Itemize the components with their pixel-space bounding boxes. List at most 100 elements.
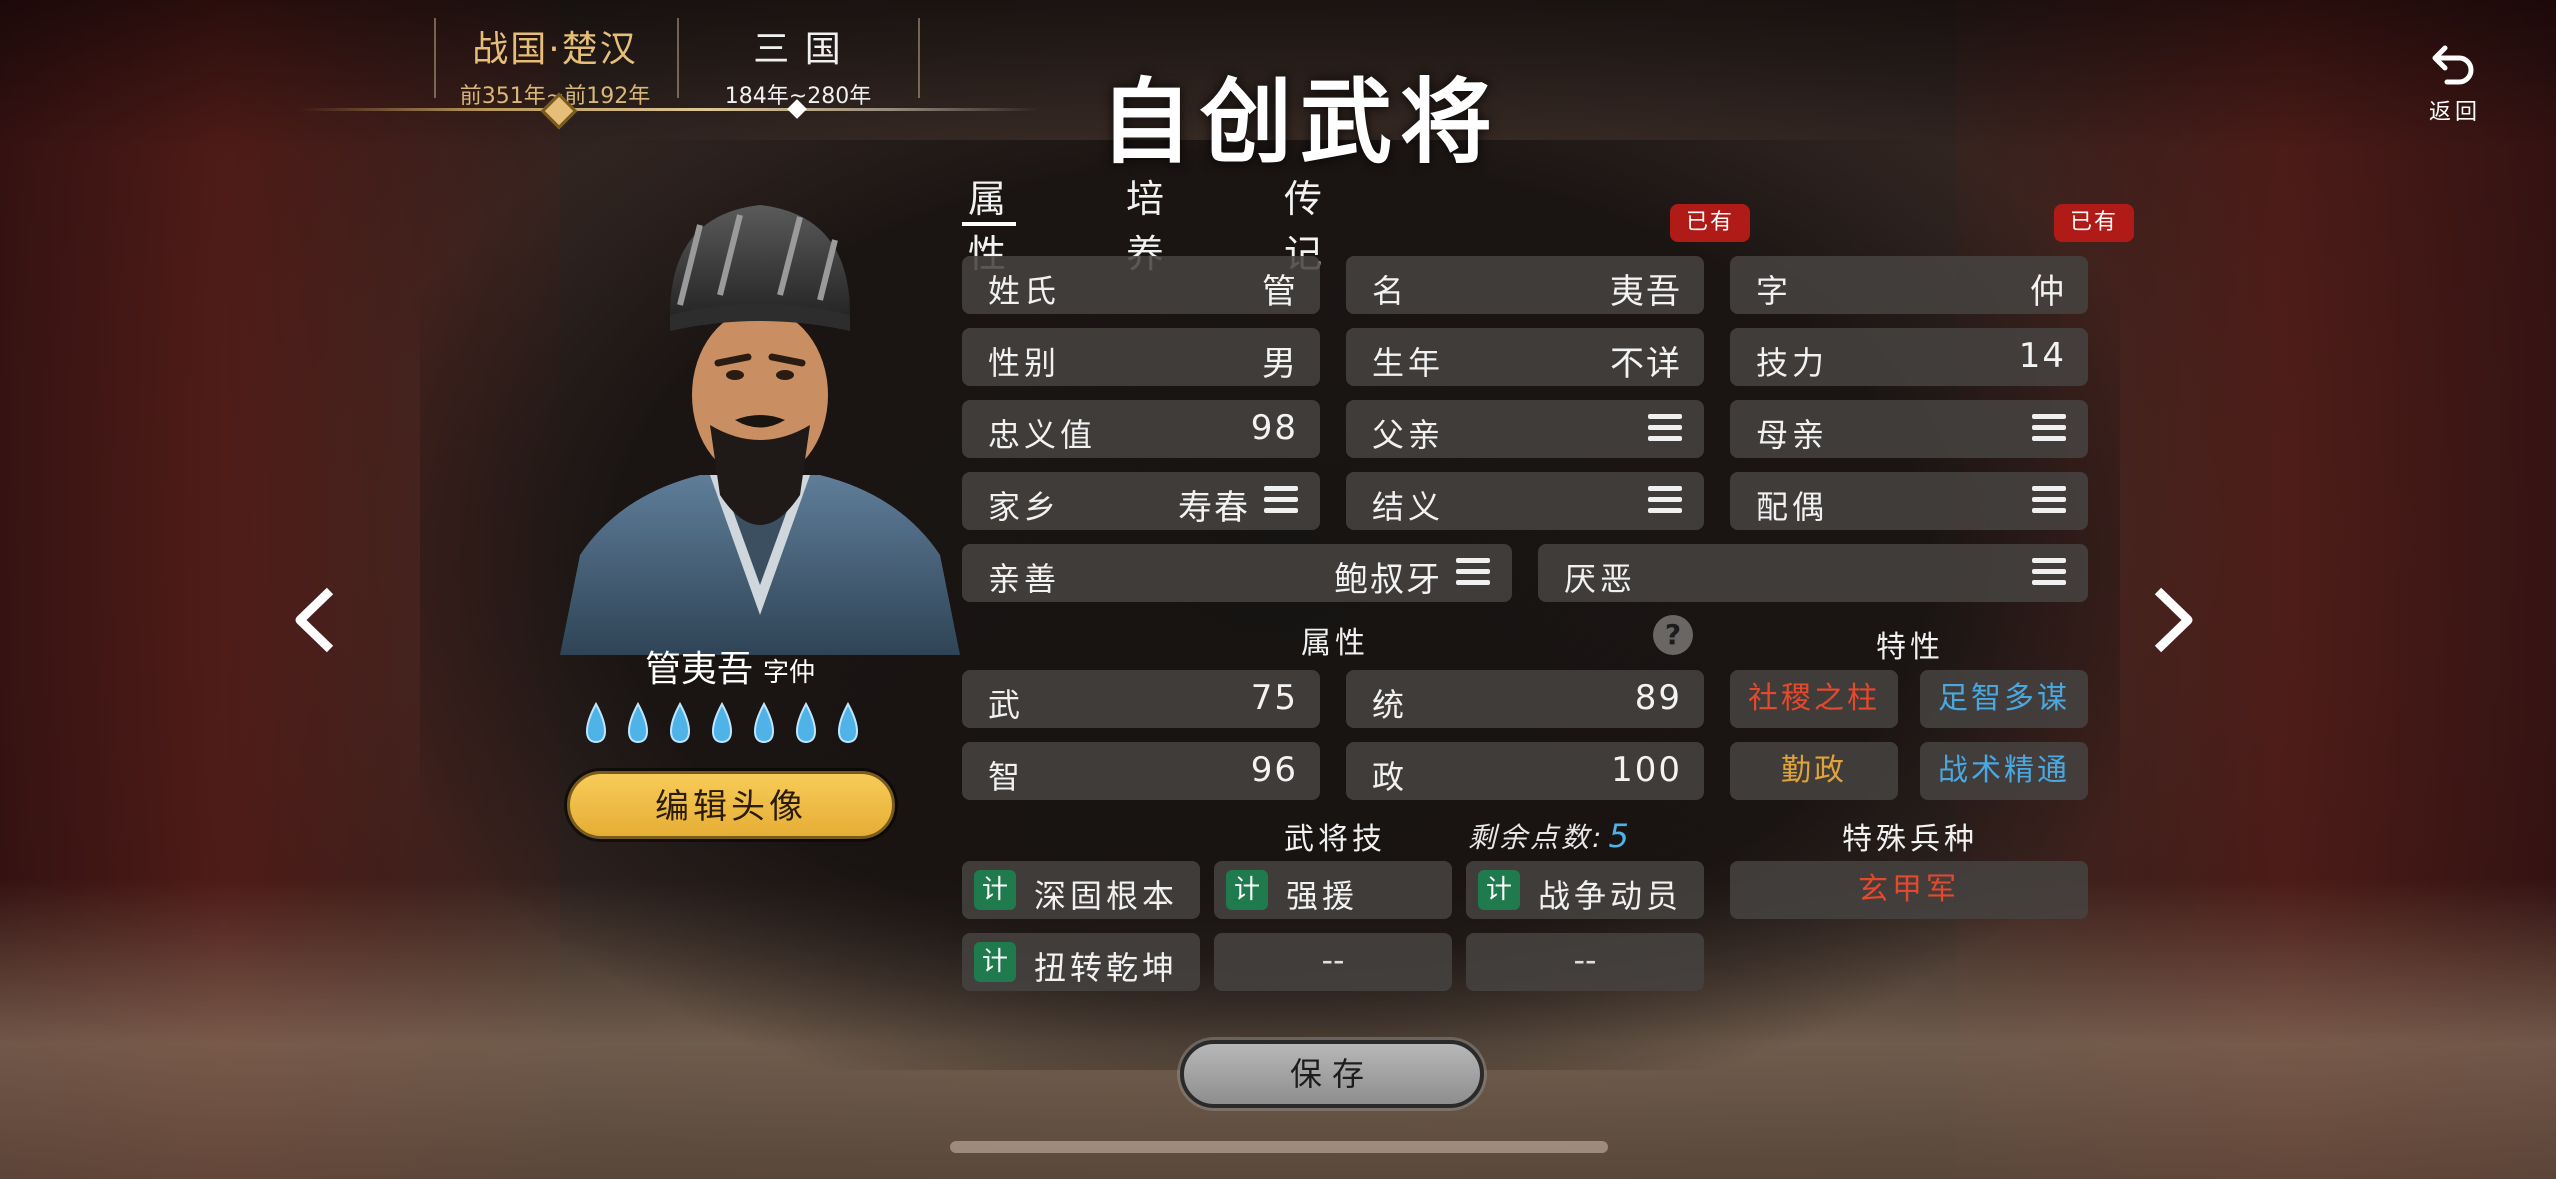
field-courtesy-name[interactable]: 字 仲: [1730, 256, 2088, 314]
field-mother[interactable]: 母亲: [1730, 400, 2088, 458]
edit-avatar-button[interactable]: 编辑头像: [567, 771, 895, 839]
field-friendly[interactable]: 亲善 鲍叔牙: [962, 544, 1512, 602]
field-hometown[interactable]: 家乡 寿春: [962, 472, 1320, 530]
field-value: 管: [1262, 272, 1298, 312]
era-tab-warring-states[interactable]: 战国·楚汉 前351年~前192年: [435, 10, 675, 109]
flame-icon: [628, 701, 648, 744]
field-gender[interactable]: 性别 男: [962, 328, 1320, 386]
skill-slot[interactable]: 计 深固根本: [962, 861, 1200, 919]
field-label: 厌恶: [1564, 560, 1637, 598]
skill-name: 扭转乾坤: [1034, 949, 1179, 987]
page-title: 自创武将: [1099, 68, 1500, 176]
field-value: 男: [1262, 344, 1298, 384]
skill-type-badge: 计: [1226, 870, 1268, 910]
menu-icon[interactable]: [1264, 486, 1298, 516]
menu-icon[interactable]: [2032, 486, 2066, 516]
field-birth-year[interactable]: 生年 不详: [1346, 328, 1704, 386]
flame-icon: [712, 701, 732, 744]
skill-name: 深固根本: [1034, 877, 1179, 915]
menu-icon[interactable]: [1456, 558, 1490, 588]
back-label: 返回: [2428, 100, 2481, 125]
field-skill-power[interactable]: 技力 14: [1730, 328, 2088, 386]
remaining-label: 剩余点数:: [1468, 821, 1605, 854]
field-label: 性别: [988, 344, 1061, 382]
field-surname[interactable]: 姓氏 管: [962, 256, 1320, 314]
menu-icon[interactable]: [2032, 414, 2066, 444]
owned-badge: 已有: [1670, 204, 1750, 242]
field-given-name[interactable]: 名 夷吾: [1346, 256, 1704, 314]
skill-empty-text: --: [1321, 941, 1345, 979]
attr-intelligence[interactable]: 智 96: [962, 742, 1320, 800]
menu-icon[interactable]: [1648, 414, 1682, 444]
skill-type-badge: 计: [974, 870, 1016, 910]
field-label: 父亲: [1372, 416, 1445, 454]
flame-icon: [754, 701, 774, 744]
era-name: 战国·楚汉: [472, 29, 638, 70]
era-name: 三 国: [753, 29, 843, 70]
next-arrow-icon[interactable]: [2148, 585, 2198, 655]
field-label: 忠义值: [988, 416, 1097, 454]
menu-icon[interactable]: [2032, 558, 2066, 588]
attr-label: 政: [1372, 758, 1409, 796]
timeline-line: [300, 108, 1040, 111]
field-value: 14: [2018, 336, 2066, 376]
skill-slot-empty[interactable]: --: [1466, 933, 1704, 991]
skill-type-badge: 计: [1478, 870, 1520, 910]
field-spouse[interactable]: 配偶: [1730, 472, 2088, 530]
hero-portrait: [560, 205, 960, 655]
prev-arrow-icon[interactable]: [290, 585, 340, 655]
special-troop[interactable]: 玄甲军: [1730, 861, 2088, 919]
save-button[interactable]: 保存: [1180, 1040, 1484, 1108]
flame-icon: [796, 701, 816, 744]
attr-leadership[interactable]: 统 89: [1346, 670, 1704, 728]
skill-name: 强援: [1286, 877, 1359, 915]
skill-slot[interactable]: 计 强援: [1214, 861, 1452, 919]
remaining-value: 5: [1608, 817, 1632, 855]
flame-icon: [586, 701, 606, 744]
skill-type-badge: 计: [974, 942, 1016, 982]
field-value: 夷吾: [1610, 272, 1682, 312]
field-value: 不详: [1610, 344, 1682, 384]
trait-chip[interactable]: 社稷之柱: [1730, 670, 1898, 728]
attributes-heading: 属性: [1301, 626, 1369, 661]
field-label: 家乡: [988, 488, 1061, 526]
field-label: 字: [1756, 272, 1793, 310]
field-father[interactable]: 父亲: [1346, 400, 1704, 458]
trait-chip[interactable]: 战术精通: [1920, 742, 2088, 800]
skill-slot-empty[interactable]: --: [1214, 933, 1452, 991]
skill-slot[interactable]: 计 战争动员: [1466, 861, 1704, 919]
rank-flames: [586, 701, 858, 744]
field-loyalty[interactable]: 忠义值 98: [962, 400, 1320, 458]
back-button[interactable]: 返回: [2400, 44, 2510, 134]
era-divider: [918, 18, 920, 98]
attr-label: 武: [988, 686, 1025, 724]
skill-slot[interactable]: 计 扭转乾坤: [962, 933, 1200, 991]
owned-badge: 已有: [2054, 204, 2134, 242]
help-icon[interactable]: ?: [1653, 615, 1693, 655]
home-indicator[interactable]: [950, 1141, 1608, 1153]
attr-politics[interactable]: 政 100: [1346, 742, 1704, 800]
era-tab-three-kingdoms[interactable]: 三 国 184年~280年: [678, 10, 918, 109]
field-hated[interactable]: 厌恶: [1538, 544, 2088, 602]
special-troop-heading: 特殊兵种: [1842, 822, 1978, 857]
attr-war[interactable]: 武 75: [962, 670, 1320, 728]
field-value: 98: [1250, 408, 1298, 448]
era-selector: 战国·楚汉 前351年~前192年 三 国 184年~280年: [300, 10, 1060, 130]
trait-chip[interactable]: 足智多谋: [1920, 670, 2088, 728]
skills-heading: 武将技: [1284, 822, 1386, 857]
flame-icon: [670, 701, 690, 744]
field-sworn-sibling[interactable]: 结义: [1346, 472, 1704, 530]
attr-label: 智: [988, 758, 1025, 796]
trait-chip[interactable]: 勤政: [1730, 742, 1898, 800]
field-label: 技力: [1756, 344, 1829, 382]
field-value: 仲: [2030, 272, 2066, 312]
attr-value: 89: [1634, 678, 1682, 718]
attr-value: 100: [1611, 750, 1682, 790]
back-arrow-icon: [2432, 45, 2474, 85]
field-label: 生年: [1372, 344, 1445, 382]
attr-value: 75: [1250, 678, 1298, 718]
menu-icon[interactable]: [1648, 486, 1682, 516]
flame-icon: [838, 701, 858, 744]
field-label: 亲善: [988, 560, 1061, 598]
attr-value: 96: [1250, 750, 1298, 790]
